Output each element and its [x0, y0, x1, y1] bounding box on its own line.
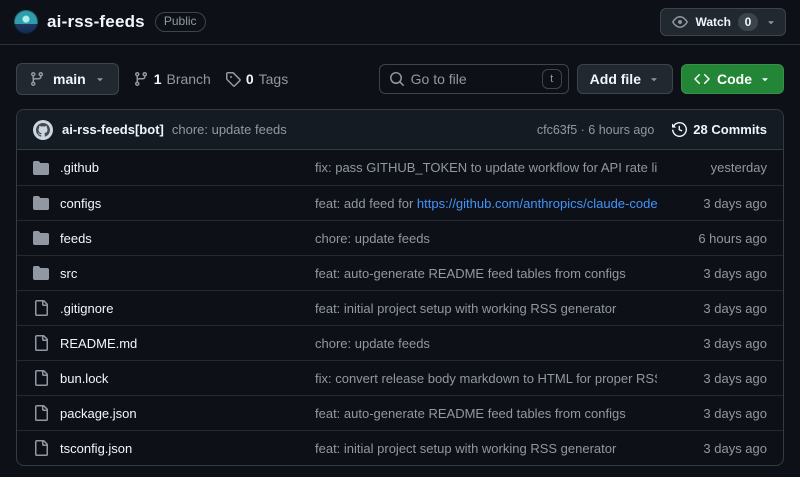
row-updated-time: 3 days ago — [703, 370, 767, 386]
eye-icon — [672, 14, 689, 30]
branch-count: 1 — [153, 71, 162, 87]
chevron-down-icon — [765, 16, 777, 28]
bot-avatar[interactable] — [33, 119, 53, 140]
code-button[interactable]: Code — [681, 64, 784, 94]
code-icon — [694, 71, 710, 87]
row-updated-time: 3 days ago — [703, 405, 767, 421]
file-name-link[interactable]: bun.lock — [60, 371, 108, 386]
commit-sha[interactable]: cfc63f5 — [537, 123, 577, 137]
git-branch-icon — [29, 71, 45, 87]
commit-time: 6 hours ago — [588, 122, 655, 137]
add-file-button[interactable]: Add file — [576, 64, 673, 94]
commit-message-url-link[interactable]: https://github.com/anthropics/claude-cod… — [417, 196, 657, 211]
table-row: bun.lock fix: convert release body markdo… — [17, 360, 783, 395]
chevron-down-icon — [94, 73, 106, 85]
tag-icon — [225, 71, 241, 87]
file-name-link[interactable]: configs — [60, 196, 101, 211]
search-input[interactable] — [410, 71, 536, 87]
row-updated-time: 3 days ago — [703, 335, 767, 351]
current-branch-label: main — [53, 71, 86, 87]
row-commit-message[interactable]: feat: initial project setup with working… — [315, 301, 616, 316]
folder-icon — [33, 265, 49, 281]
tag-count: 0 — [245, 71, 254, 87]
table-row: README.md chore: update feeds 3 days ago — [17, 325, 783, 360]
latest-commit-message[interactable]: chore: update feeds — [172, 122, 287, 137]
file-icon — [33, 335, 49, 351]
commit-author[interactable]: ai-rss-feeds[bot] — [62, 122, 164, 137]
git-branch-icon — [133, 71, 149, 87]
row-updated-time: 6 hours ago — [698, 230, 767, 246]
history-icon — [672, 122, 688, 137]
file-name-link[interactable]: src — [60, 266, 77, 281]
watch-label: Watch — [695, 15, 731, 29]
code-button-label: Code — [717, 71, 752, 87]
folder-icon — [33, 195, 49, 211]
row-updated-time: 3 days ago — [703, 440, 767, 456]
branches-link[interactable]: 1 Branch — [133, 71, 211, 87]
repo-header: ai-rss-feeds Public Watch 0 — [0, 0, 800, 45]
watch-button[interactable]: Watch 0 — [660, 8, 786, 36]
row-commit-message[interactable]: feat: add feed for https://github.com/an… — [315, 196, 657, 211]
add-file-label: Add file — [589, 71, 641, 87]
file-name-link[interactable]: feeds — [60, 231, 92, 246]
repo-title[interactable]: ai-rss-feeds — [47, 12, 145, 32]
row-updated-time: 3 days ago — [703, 265, 767, 281]
go-to-file-search[interactable]: t — [378, 64, 569, 94]
repo-avatar[interactable] — [14, 10, 38, 34]
row-commit-message[interactable]: feat: auto-generate README feed tables f… — [315, 406, 626, 421]
repo-toolbar: main 1 Branch 0 Tags t — [0, 45, 800, 109]
table-row: .github fix: pass GITHUB_TOKEN to update … — [17, 150, 783, 185]
tag-count-label: Tags — [258, 71, 289, 87]
file-name-link[interactable]: tsconfig.json — [60, 441, 132, 456]
keyboard-shortcut-hint: t — [541, 69, 562, 89]
chevron-down-icon — [648, 73, 660, 85]
file-icon — [33, 300, 49, 316]
chevron-down-icon — [759, 73, 771, 85]
table-row: configs feat: add feed for https://github… — [17, 185, 783, 220]
table-row: .gitignore feat: initial project setup wi… — [17, 290, 783, 325]
file-name-link[interactable]: .github — [60, 160, 99, 175]
github-mark-icon — [36, 122, 50, 137]
table-row: tsconfig.json feat: initial project setup… — [17, 430, 783, 465]
file-icon — [33, 370, 49, 386]
row-commit-message[interactable]: feat: initial project setup with working… — [315, 441, 616, 456]
row-commit-message[interactable]: fix: convert release body markdown to HT… — [315, 371, 657, 386]
file-name-link[interactable]: .gitignore — [60, 301, 113, 316]
table-row: feeds chore: update feeds 6 hours ago — [17, 220, 783, 255]
watch-count: 0 — [738, 13, 758, 31]
latest-commit-bar: ai-rss-feeds[bot] chore: update feeds cf… — [17, 110, 783, 150]
commit-meta-separator: · — [577, 122, 589, 137]
row-updated-time: 3 days ago — [703, 195, 767, 211]
branch-count-label: Branch — [166, 71, 211, 87]
file-icon — [33, 440, 49, 456]
table-row: package.json feat: auto-generate README f… — [17, 395, 783, 430]
folder-icon — [33, 160, 49, 176]
file-name-link[interactable]: README.md — [60, 336, 137, 351]
file-icon — [33, 405, 49, 421]
branch-selector-button[interactable]: main — [16, 63, 119, 95]
row-updated-time: 3 days ago — [703, 300, 767, 316]
row-commit-message[interactable]: chore: update feeds — [315, 231, 430, 246]
tags-link[interactable]: 0 Tags — [225, 71, 288, 87]
row-commit-message[interactable]: fix: pass GITHUB_TOKEN to update workflo… — [315, 160, 657, 175]
file-table: ai-rss-feeds[bot] chore: update feeds cf… — [16, 109, 784, 466]
row-commit-message[interactable]: chore: update feeds — [315, 336, 430, 351]
file-name-link[interactable]: package.json — [60, 406, 137, 421]
row-commit-message[interactable]: feat: auto-generate README feed tables f… — [315, 266, 626, 281]
file-rows: .github fix: pass GITHUB_TOKEN to update … — [17, 150, 783, 465]
commits-count-label: 28 Commits — [693, 122, 767, 137]
row-updated-time: yesterday — [710, 160, 767, 175]
table-row: src feat: auto-generate README feed table… — [17, 255, 783, 290]
visibility-badge: Public — [154, 12, 206, 32]
commit-history-link[interactable]: 28 Commits — [672, 122, 767, 137]
search-icon — [389, 71, 405, 87]
folder-icon — [33, 230, 49, 246]
